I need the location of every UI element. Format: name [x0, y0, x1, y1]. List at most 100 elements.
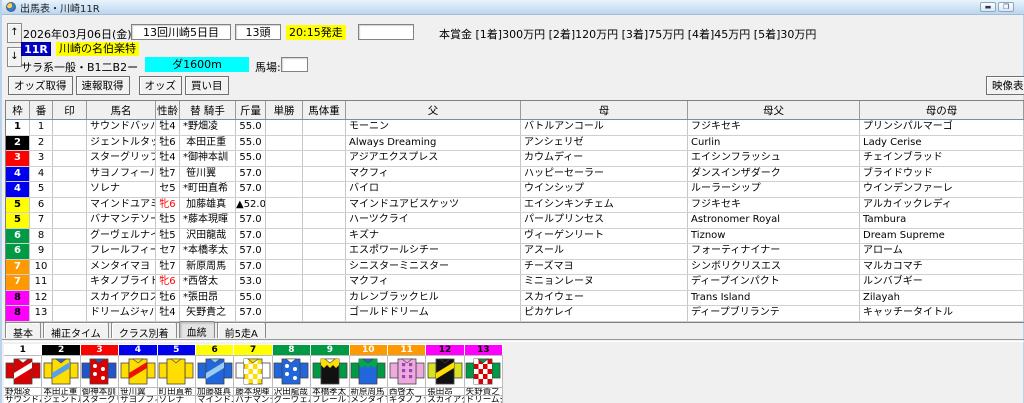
jockey-silk-icon [389, 355, 425, 388]
mark-cell [53, 167, 87, 182]
window-title: 出馬表・川崎11R [20, 0, 100, 15]
table-row[interactable]: 68グーヴェルナイユ牡5 沢田龍哉57.0キズナヴィーゲンリートTiznowDr… [6, 229, 1024, 245]
dam-cell: ウインシップ [521, 182, 688, 197]
horse-name-cell: ジェントルタッチ [87, 136, 156, 151]
silk-cell [273, 355, 311, 387]
waku-cell: 6 [6, 229, 30, 244]
table-row[interactable]: 44サヨノフィールド牡7 笹川翼57.0マクフィハッピーセーラーダンスインザダー… [6, 167, 1024, 183]
silk-jockey-name: 加藤雄真 [196, 387, 234, 395]
column-header-10: 父 [346, 101, 521, 119]
track-condition-label: 馬場: [255, 59, 281, 75]
waku-cell: 8 [6, 291, 30, 306]
sire-cell: ハーツクライ [346, 213, 521, 228]
weight-cell: 57.0 [236, 167, 266, 182]
number-bar-cell: 5 [158, 344, 196, 355]
weight-cell: 55.0 [236, 151, 266, 166]
damsire-cell: Trans Island [688, 291, 860, 306]
silk-horse-name: グーヴェルナイユ [273, 395, 311, 403]
toolbar-button-1[interactable]: オッズ取得 [8, 76, 73, 95]
dam-dam-cell: Lady Cerise [860, 136, 1024, 151]
silk-horse-name: キタノブライド [388, 395, 426, 403]
sire-cell: Always Dreaming [346, 136, 521, 151]
horse-name-cell: キタノブライド [87, 275, 156, 290]
win-odds-cell [266, 151, 303, 166]
weight-cell: 57.0 [236, 244, 266, 259]
sire-cell: シニスターミニスター [346, 260, 521, 275]
column-header-6: 替 騎手 [180, 101, 236, 119]
toolbar-button-2[interactable]: 速報取得 [76, 76, 130, 95]
number-bar-cell: 6 [196, 344, 234, 355]
silk-cell [465, 355, 503, 387]
table-row[interactable]: 711キタノブライド牝6*西啓太53.0マクフィミニョンレーヌディープインパクト… [6, 275, 1024, 291]
body-weight-cell [303, 229, 346, 244]
number-cell: 9 [30, 244, 53, 259]
dam-dam-cell: Dream Supreme [860, 229, 1024, 244]
mark-cell [53, 136, 87, 151]
horse-name-cell: バナマンテソーロ [87, 213, 156, 228]
table-row[interactable]: 69フレールフィーユセ7*本橋孝太57.0エスポワールシチーアスールフォーティナ… [6, 244, 1024, 260]
silk-horse-name: スターグリップ [81, 395, 119, 403]
sire-cell: マインドユアビスケッツ [346, 198, 521, 213]
sire-cell: モーニン [346, 120, 521, 135]
tab-クラス別着[interactable]: クラス別着 [111, 322, 177, 338]
dam-dam-cell: アローム [860, 244, 1024, 259]
jockey-silk-icon [350, 355, 386, 388]
table-row[interactable]: 22ジェントルタッチ牡6 本田正重55.0Always Dreamingアンシェ… [6, 136, 1024, 152]
jockey-cell: *御神本訓 [180, 151, 236, 166]
mark-cell [53, 213, 87, 228]
column-header-1: 枠 [6, 101, 30, 119]
silk-cell [426, 355, 464, 387]
damsire-cell: Astronomer Royal [688, 213, 860, 228]
title-bar: 出馬表・川崎11R [2, 0, 1024, 15]
silk-jockey-name: 本田正重 [42, 387, 80, 395]
table-row[interactable]: 56マインドユアミモザ牝6 加藤雄真▲52.0マインドユアビスケッツエイシンキン… [6, 198, 1024, 214]
race-class: サラ系一般・B1二B2ー [21, 59, 138, 75]
toolbar-button-3[interactable]: オッズ [139, 76, 183, 95]
table-row[interactable]: 812スカイアクロス牡6*張田昂55.0カレンブラックヒルスカイウェーTrans… [6, 291, 1024, 307]
table-row[interactable]: 57バナマンテソーロ牡5*藤本現暉57.0ハーツクライパールプリンセスAstro… [6, 213, 1024, 229]
silk-horse-name: バナマンテソーロ [234, 395, 272, 403]
dam-cell: カウムディー [521, 151, 688, 166]
horse-number-bar: 12345678910111213 [4, 344, 503, 355]
waku-cell: 4 [6, 167, 30, 182]
horse-name-cell: グーヴェルナイユ [87, 229, 156, 244]
number-bar-cell: 12 [426, 344, 464, 355]
damsire-cell: ディープインパクト [688, 275, 860, 290]
tab-血統[interactable]: 血統 [179, 321, 215, 338]
race-up-button[interactable]: ↑ [7, 23, 22, 43]
damsire-cell: ディープブリランテ [688, 306, 860, 321]
waku-cell: 8 [6, 306, 30, 321]
table-row[interactable]: 45ソレナセ5*町田直希57.0バイロウインシップルーラーシップウインデンファー… [6, 182, 1024, 198]
silk-jockey-name: 張田昂 [426, 387, 464, 395]
jockey-cell: *張田昂 [180, 291, 236, 306]
silk-horse-name: スカイアクロス [426, 395, 464, 403]
jockey-silk-icon [158, 355, 194, 388]
tab-前5走A[interactable]: 前5走A [217, 322, 266, 338]
toolbar-button-4[interactable]: 買い目 [185, 76, 229, 95]
damsire-cell: Curlin [688, 136, 860, 151]
jockey-silk-icon [5, 355, 41, 388]
mark-cell [53, 306, 87, 321]
table-row[interactable]: 710メンタイマヨ牡7 新原周馬57.0シニスターミニスターチーズマヨシンボリク… [6, 260, 1024, 276]
race-down-button[interactable]: ↓ [7, 47, 22, 67]
number-cell: 5 [30, 182, 53, 197]
table-row[interactable]: 33スターグリップ牡4*御神本訓55.0アジアエクスプレスカウムディーエイシンフ… [6, 151, 1024, 167]
horse-name-cell: メンタイマヨ [87, 260, 156, 275]
weight-cell: 53.0 [236, 275, 266, 290]
number-bar-cell: 7 [234, 344, 272, 355]
video-button[interactable]: 映像表 [986, 76, 1024, 95]
horse-name-cell: サウンドバッハ [87, 120, 156, 135]
tab-補正タイム[interactable]: 補正タイム [43, 322, 109, 338]
jockey-cell: 沢田龍哉 [180, 229, 236, 244]
win-odds-cell [266, 244, 303, 259]
tab-基本[interactable]: 基本 [5, 322, 41, 338]
win-odds-cell [266, 198, 303, 213]
win-odds-cell [266, 167, 303, 182]
table-row[interactable]: 813ドリームジャパン牡4 矢野貴之57.0ゴールドドリームピカケレイディープブ… [6, 306, 1024, 322]
table-row[interactable]: 11サウンドバッハ牡4*野畑凌55.0モーニンバトルアンコールフジキセキプリンシ… [6, 120, 1024, 136]
maximize-button[interactable]: ❐ [998, 2, 1014, 12]
race-number-badge: 11R [21, 42, 51, 56]
horse-name-row: サウンドバッハジェントルタッチスターグリップサヨノフィールドソレナマインドユアミ… [4, 395, 503, 403]
minimize-button[interactable]: ▬ [980, 2, 996, 12]
body-weight-cell [303, 120, 346, 135]
